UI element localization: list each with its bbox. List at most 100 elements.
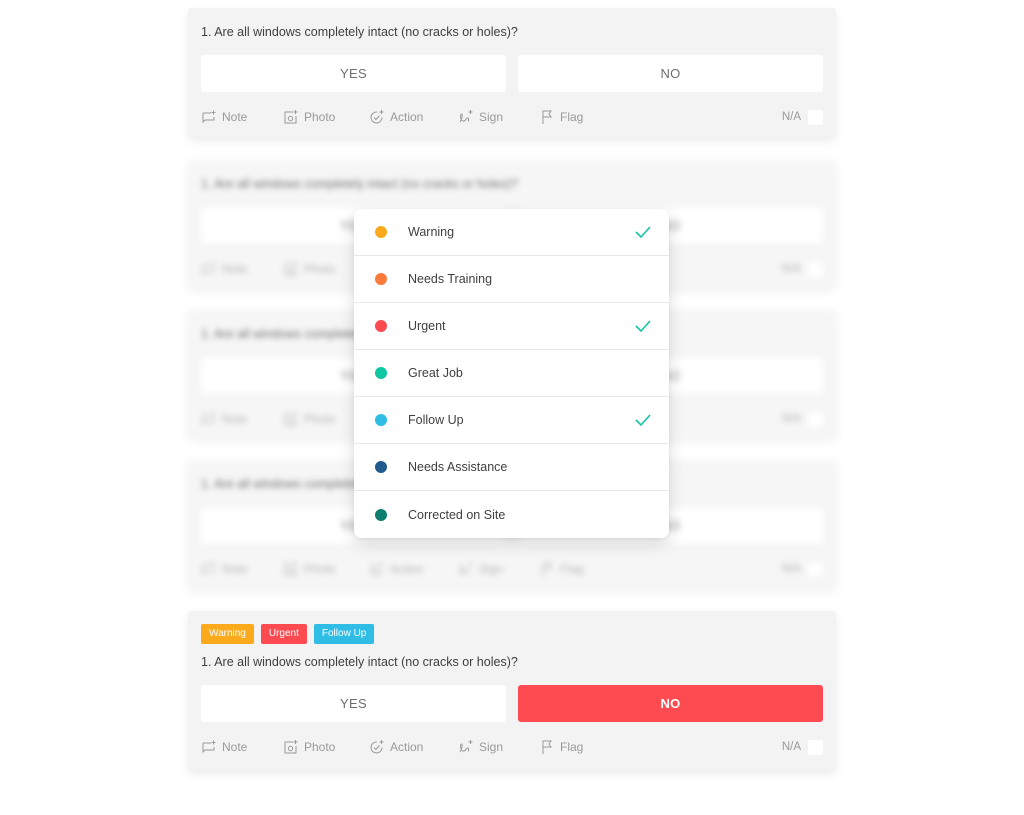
flag-icon [542, 740, 552, 754]
color-dot-icon [375, 226, 387, 238]
na-toggle: N/A [781, 561, 823, 577]
flag-icon [542, 562, 552, 576]
dropdown-item-label: Needs Training [408, 272, 493, 286]
na-checkbox[interactable] [808, 411, 823, 427]
na-toggle: N/A [781, 411, 823, 427]
note-label: Note [222, 412, 248, 426]
na-label: N/A [781, 111, 801, 123]
flag-label: Flag [560, 740, 584, 754]
na-label: N/A [781, 563, 801, 575]
signature-icon [459, 562, 473, 575]
note-label: Note [222, 110, 248, 124]
signature-icon [459, 110, 473, 123]
dropdown-item[interactable]: Needs Training [354, 256, 669, 303]
note-button[interactable]: Note [201, 411, 283, 427]
question-card-flagged: Warning Urgent Follow Up 1. Are all window… [188, 611, 836, 770]
question-text: 1. Are all windows completely intact (no… [201, 177, 518, 191]
sign-button[interactable]: Sign [458, 561, 539, 577]
note-button[interactable]: Note [201, 561, 283, 577]
note-button[interactable]: Note [201, 261, 283, 277]
flag-tag[interactable]: Follow Up [313, 624, 375, 644]
flag-icon [542, 110, 552, 124]
note-label: Note [222, 562, 248, 576]
photo-button[interactable]: Photo [283, 109, 369, 125]
flag-dropdown-menu: Warning Needs Training Urgent Great Job Foll… [354, 209, 669, 538]
no-button[interactable]: NO [518, 55, 823, 92]
signature-icon [459, 740, 473, 753]
photo-label: Photo [304, 412, 336, 426]
note-icon [202, 740, 216, 754]
photo-icon [284, 740, 298, 754]
action-icon [370, 562, 384, 576]
action-button[interactable]: Action [369, 109, 458, 125]
photo-icon [284, 562, 298, 576]
na-label: N/A [781, 413, 801, 425]
yes-button[interactable]: YES [201, 55, 506, 92]
flag-tags: Warning Urgent Follow Up [201, 624, 823, 644]
photo-label: Photo [304, 740, 336, 754]
no-button[interactable]: NO [518, 685, 823, 722]
note-button[interactable]: Note [201, 109, 283, 125]
flag-label: Flag [560, 110, 584, 124]
action-label: Action [390, 562, 424, 576]
flag-button[interactable]: Flag [539, 109, 599, 125]
flag-label: Flag [560, 562, 584, 576]
dropdown-item-label: Follow Up [408, 413, 464, 427]
na-label: N/A [781, 741, 801, 753]
sign-button[interactable]: Sign [458, 739, 539, 755]
dropdown-item[interactable]: Corrected on Site [354, 491, 669, 538]
flag-button[interactable]: Flag [539, 561, 599, 577]
dropdown-item[interactable]: Urgent [354, 303, 669, 350]
flag-tag[interactable]: Warning [201, 624, 254, 644]
na-checkbox[interactable] [808, 109, 823, 125]
action-button[interactable]: Action [369, 561, 458, 577]
sign-label: Sign [479, 110, 504, 124]
photo-icon [284, 412, 298, 426]
photo-icon [284, 110, 298, 124]
dropdown-item[interactable]: Warning [354, 209, 669, 256]
dropdown-item[interactable]: Follow Up [354, 397, 669, 444]
dropdown-item-label: Corrected on Site [408, 507, 506, 522]
na-checkbox[interactable] [808, 561, 823, 577]
dropdown-item-label: Urgent [408, 319, 446, 333]
note-button[interactable]: Note [201, 739, 283, 755]
dropdown-item[interactable]: Needs Assistance [354, 444, 669, 491]
question-text: 1. Are all windows completely intact (no… [201, 25, 518, 39]
note-label: Note [222, 262, 248, 276]
note-icon [202, 110, 216, 124]
note-label: Note [222, 740, 248, 754]
dropdown-item-label: Great Job [408, 366, 463, 380]
note-icon [202, 412, 216, 426]
color-dot-icon [375, 414, 387, 426]
dropdown-item[interactable]: Great Job [354, 350, 669, 397]
checkmark-icon [635, 320, 651, 333]
flag-tag[interactable]: Urgent [260, 624, 307, 644]
question-card: 1. Are all windows completely intact (no… [188, 8, 836, 137]
action-icon [370, 110, 384, 124]
na-checkbox[interactable] [808, 739, 823, 755]
dropdown-item-label: Needs Assistance [408, 460, 508, 474]
color-dot-icon [375, 461, 387, 473]
note-icon [202, 562, 216, 576]
sign-label: Sign [479, 562, 504, 576]
na-label: N/A [781, 263, 801, 275]
color-dot-icon [375, 367, 387, 379]
question-text: 1. Are all windows completely intact (no… [201, 655, 518, 669]
photo-button[interactable]: Photo [283, 739, 369, 755]
flag-button[interactable]: Flag [539, 739, 599, 755]
action-button[interactable]: Action [369, 739, 458, 755]
note-icon [202, 262, 216, 276]
na-checkbox[interactable] [808, 261, 823, 277]
sign-button[interactable]: Sign [458, 109, 539, 125]
photo-button[interactable]: Photo [283, 561, 369, 577]
na-toggle: N/A [781, 739, 823, 755]
action-label: Action [390, 110, 424, 124]
checkmark-icon [635, 414, 651, 427]
action-icon [370, 740, 384, 754]
photo-icon [284, 262, 298, 276]
color-dot-icon [375, 508, 387, 521]
sign-label: Sign [479, 740, 504, 754]
photo-label: Photo [304, 562, 336, 576]
na-toggle: N/A [781, 109, 823, 125]
yes-button[interactable]: YES [201, 685, 506, 722]
